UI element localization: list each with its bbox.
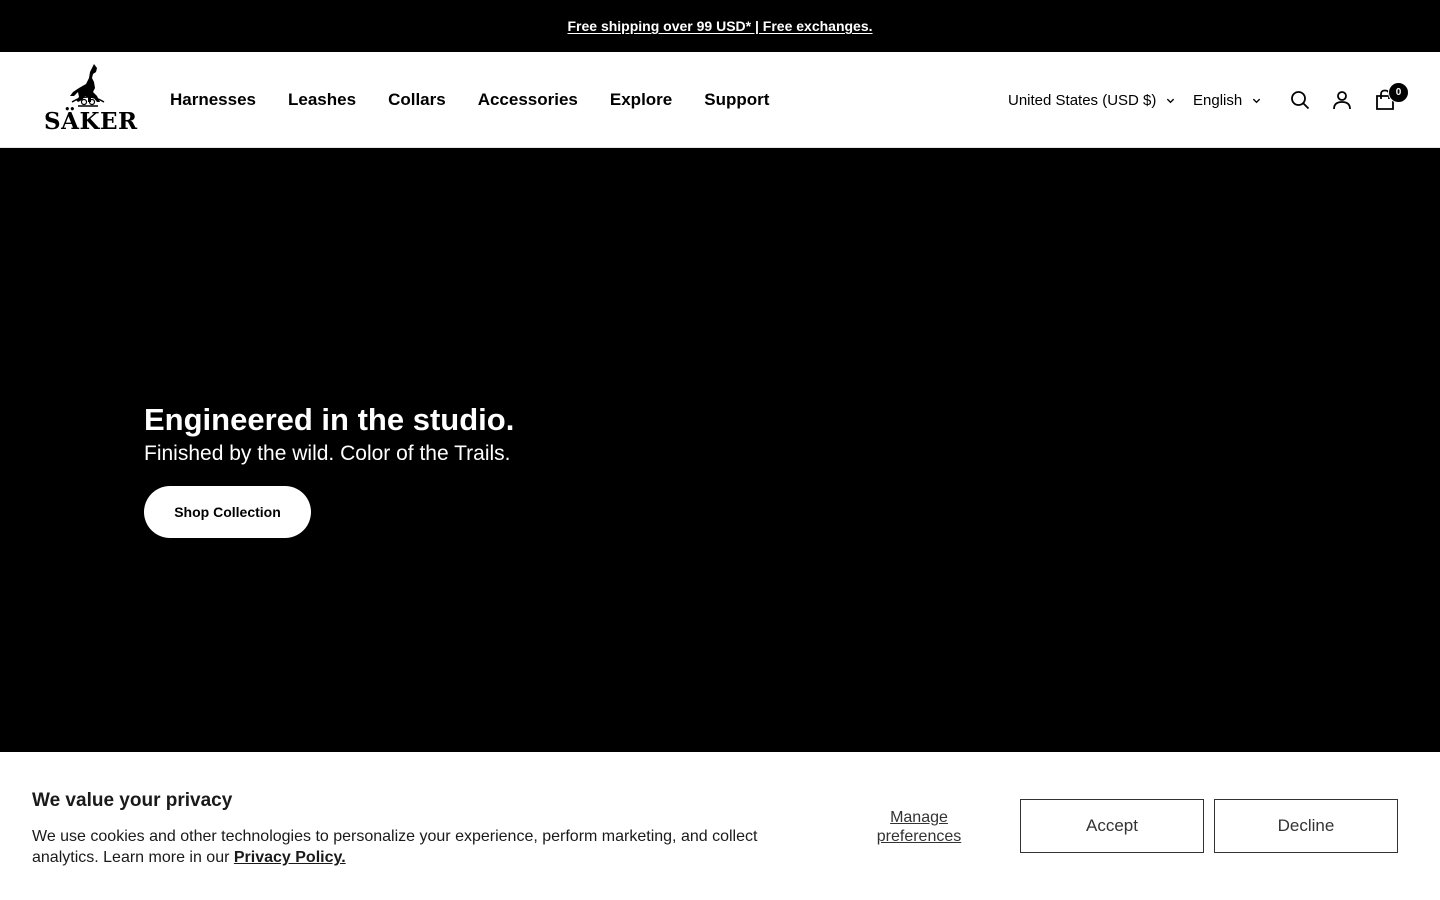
language-selector[interactable]: English [1193, 52, 1261, 148]
nav-item-collars[interactable]: Collars [388, 90, 446, 110]
announcement-link[interactable]: Free shipping over 99 USD* | Free exchan… [567, 18, 872, 34]
nav-item-explore[interactable]: Explore [610, 90, 672, 110]
chevron-down-icon [1167, 98, 1175, 103]
site-header: SÄKER Harnesses Leashes Collars Accessor… [0, 52, 1440, 148]
cookie-banner-title: We value your privacy [32, 790, 233, 811]
hero-title: Engineered in the studio. [144, 402, 515, 437]
manage-preferences-link[interactable]: Manage preferences [866, 808, 972, 846]
nav-item-leashes[interactable]: Leashes [288, 90, 356, 110]
logo[interactable]: SÄKER [44, 62, 138, 140]
search-button[interactable] [1288, 88, 1312, 112]
country-selector-value: United States (USD $) [1008, 91, 1157, 109]
search-icon [1291, 91, 1310, 110]
account-button[interactable] [1330, 88, 1354, 112]
decline-button[interactable]: Decline [1214, 799, 1398, 853]
cart-count-badge: 0 [1388, 82, 1409, 103]
hero-banner: Engineered in the studio. Finished by th… [0, 148, 1440, 752]
logo-wordmark: SÄKER [44, 108, 138, 135]
cookie-banner: We value your privacy We use cookies and… [0, 752, 1440, 900]
privacy-policy-link[interactable]: Privacy Policy. [234, 849, 346, 866]
nav-item-harnesses[interactable]: Harnesses [170, 90, 256, 110]
hero-subtitle: Finished by the wild. Color of the Trail… [144, 442, 511, 465]
account-icon [1333, 91, 1351, 110]
shop-collection-button[interactable]: Shop Collection [144, 486, 311, 538]
main-nav: Harnesses Leashes Collars Accessories Ex… [170, 52, 769, 148]
nav-item-accessories[interactable]: Accessories [478, 90, 578, 110]
cookie-banner-text: We use cookies and other technologies to… [32, 826, 792, 868]
chevron-down-icon [1253, 98, 1261, 103]
country-selector[interactable]: United States (USD $) [1008, 52, 1175, 148]
announcement-bar: Free shipping over 99 USD* | Free exchan… [0, 0, 1440, 52]
nav-item-support[interactable]: Support [704, 90, 769, 110]
cookie-banner-body: We use cookies and other technologies to… [32, 828, 758, 866]
wolf-logo-icon [70, 64, 105, 107]
accept-button[interactable]: Accept [1020, 799, 1204, 853]
language-selector-value: English [1193, 91, 1243, 109]
